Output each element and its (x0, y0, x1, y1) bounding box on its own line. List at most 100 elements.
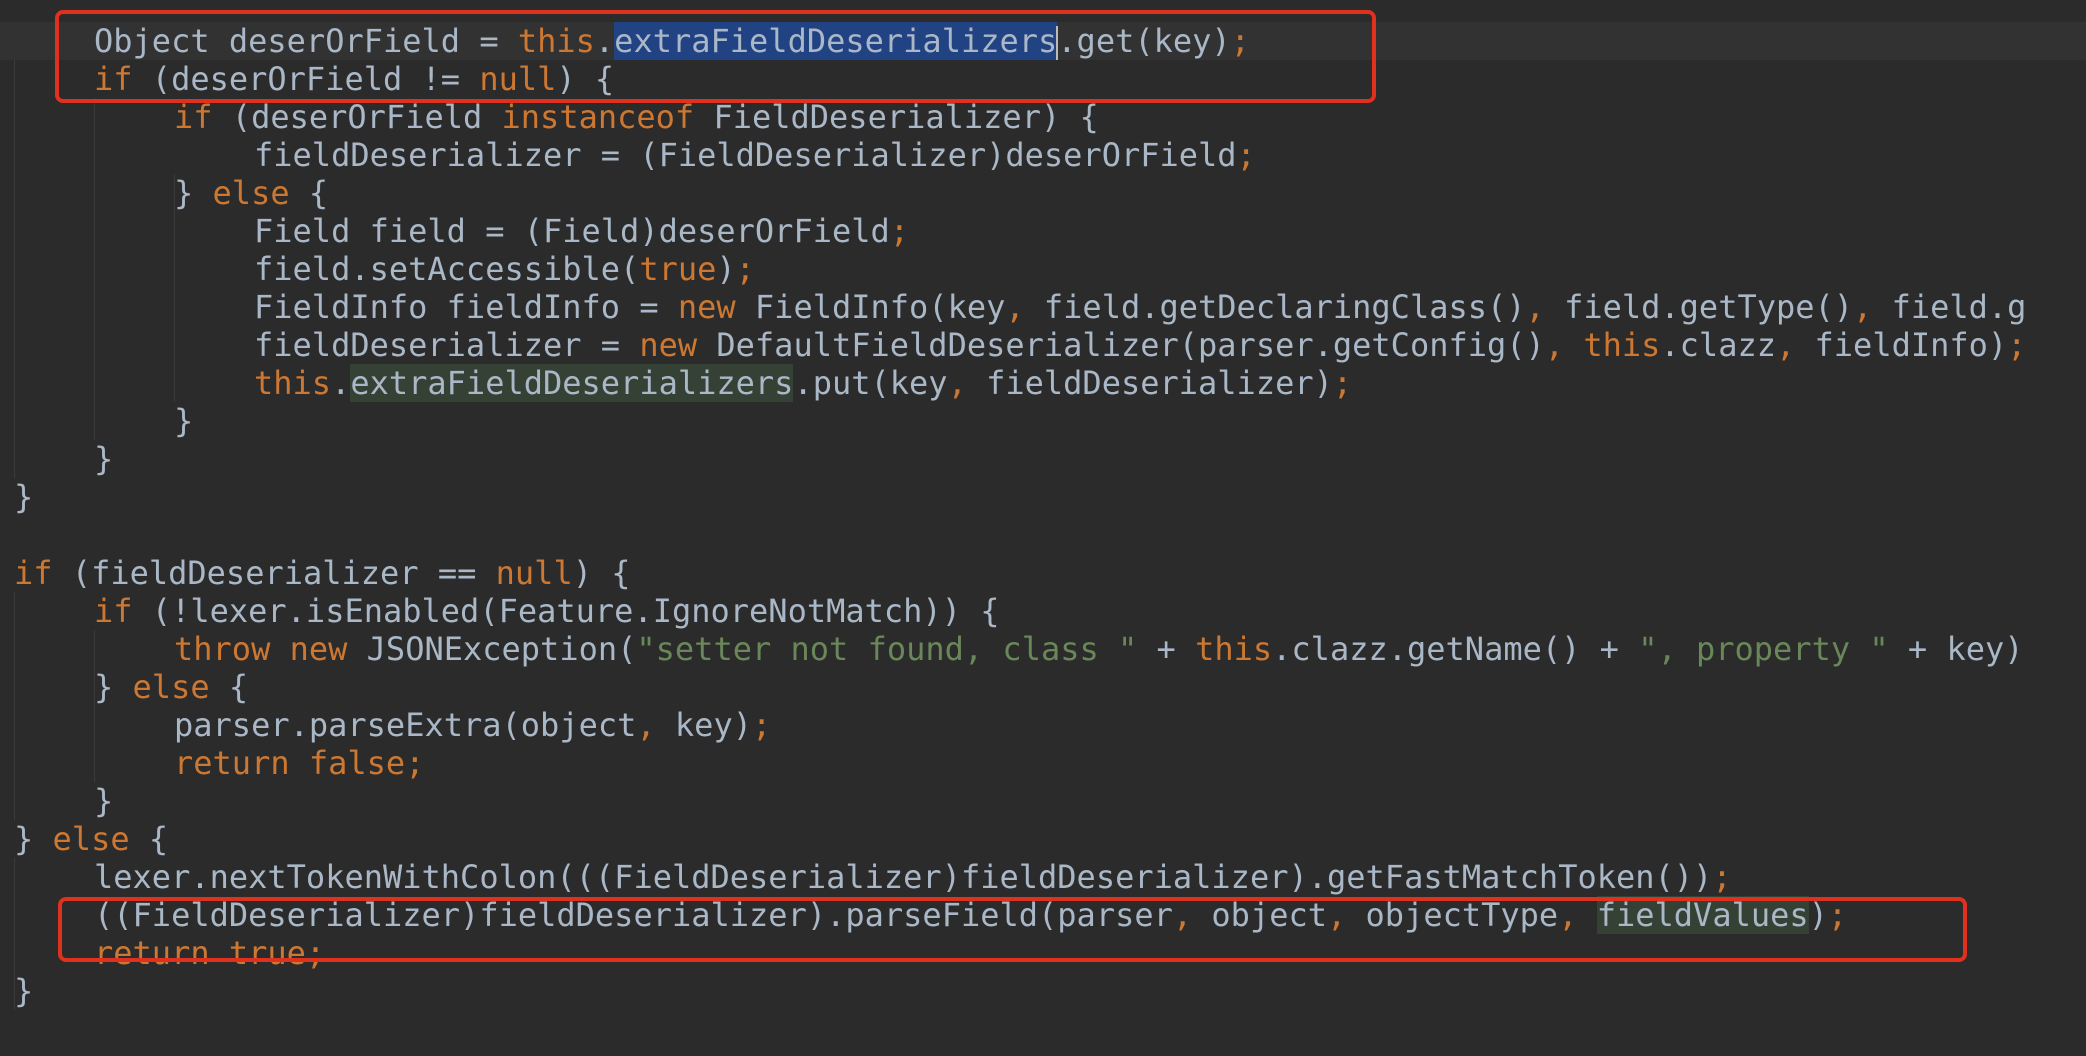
code-token: ) (716, 250, 736, 288)
code-token: , (1327, 896, 1347, 934)
code-token: this (1583, 326, 1661, 364)
code-token: parser.parseExtra(object (174, 706, 637, 744)
code-token: } (174, 174, 213, 212)
code-line[interactable]: return false; (0, 744, 2086, 782)
code-line[interactable]: parser.parseExtra(object, key); (0, 706, 2086, 744)
code-token: ; (1827, 896, 1848, 934)
code-line[interactable] (0, 516, 2086, 554)
code-token: new (289, 630, 348, 668)
code-line[interactable]: } (0, 440, 2086, 478)
code-token: , (1775, 326, 1796, 364)
code-line[interactable]: field.setAccessible(true); (0, 250, 2086, 288)
code-token: ; (751, 706, 772, 744)
code-token: } (94, 440, 114, 478)
code-line[interactable]: this.extraFieldDeserializers.put(key, fi… (0, 364, 2086, 402)
code-line[interactable]: } else { (0, 820, 2086, 858)
code-token: return true (94, 934, 306, 972)
code-token: else (52, 820, 130, 858)
code-token: { (129, 820, 169, 858)
code-line[interactable]: Object deserOrField = this.extraFieldDes… (0, 22, 2086, 60)
code-token: null (479, 60, 557, 98)
code-token: ; (889, 212, 910, 250)
code-token: } (174, 402, 194, 440)
code-token: lexer.nextTokenWithColon(((FieldDeserial… (94, 858, 1713, 896)
code-line[interactable]: ((FieldDeserializer)fieldDeserializer).p… (0, 896, 2086, 934)
code-line[interactable]: fieldDeserializer = new DefaultFieldDese… (0, 326, 2086, 364)
code-line[interactable]: fieldDeserializer = (FieldDeserializer)d… (0, 136, 2086, 174)
code-token: field.getType() (1544, 288, 1854, 326)
code-token: , (1525, 288, 1545, 326)
code-line[interactable]: if (deserOrField != null) { (0, 60, 2086, 98)
code-token: ((FieldDeserializer)fieldDeserializer).p… (94, 896, 1173, 934)
code-token: , (636, 706, 656, 744)
code-token: if (94, 60, 133, 98)
code-token: ; (1230, 22, 1250, 60)
code-token: throw (174, 630, 271, 668)
code-token: .clazz (1660, 326, 1776, 364)
code-token: ) { (556, 60, 615, 98)
code-line[interactable]: FieldInfo fieldInfo = new FieldInfo(key,… (0, 288, 2086, 326)
code-token: FieldDeserializer) { (694, 98, 1099, 136)
indent-guide (174, 174, 175, 402)
code-line[interactable]: if (!lexer.isEnabled(Feature.IgnoreNotMa… (0, 592, 2086, 630)
code-token: key) (655, 706, 752, 744)
code-token: instanceof (501, 98, 695, 136)
code-token: this (1195, 630, 1273, 668)
code-token: this (517, 22, 595, 60)
code-token: { (289, 174, 329, 212)
code-token: if (174, 98, 213, 136)
code-token: ; (1236, 136, 1256, 174)
code-token: ) (1808, 896, 1828, 934)
code-token: { (209, 668, 249, 706)
code-line[interactable]: } (0, 782, 2086, 820)
indent-guide (14, 60, 15, 478)
code-token: (deserOrField != (132, 60, 480, 98)
code-token: else (132, 668, 210, 706)
code-token: } (14, 820, 53, 858)
code-token: fieldInfo) (1795, 326, 2008, 364)
code-line[interactable]: } (0, 402, 2086, 440)
code-token: true (639, 250, 717, 288)
code-line[interactable]: } else { (0, 668, 2086, 706)
code-line[interactable]: Field field = (Field)deserOrField; (0, 212, 2086, 250)
code-token: + (1137, 630, 1196, 668)
code-token: FieldInfo fieldInfo = (254, 288, 678, 326)
code-token: .put(key (793, 364, 948, 402)
code-token: if (14, 554, 53, 592)
code-line[interactable]: } (0, 478, 2086, 516)
code-line[interactable]: if (deserOrField instanceof FieldDeseria… (0, 98, 2086, 136)
highlighted-token: extraFieldDeserializers (614, 22, 1058, 60)
code-token: else (212, 174, 290, 212)
code-line[interactable]: } (0, 972, 2086, 1010)
code-line[interactable]: lexer.nextTokenWithColon(((FieldDeserial… (0, 858, 2086, 896)
code-line[interactable]: } else { (0, 174, 2086, 212)
code-token: , (947, 364, 967, 402)
code-token: null (495, 554, 573, 592)
indent-guide (94, 98, 95, 440)
code-token: , (1853, 288, 1873, 326)
code-token: ; (2007, 326, 2027, 364)
indent-guide (14, 858, 15, 1010)
code-token: (deserOrField (212, 98, 502, 136)
code-line[interactable]: throw new JSONException("setter not foun… (0, 630, 2086, 668)
code-token: } (14, 972, 34, 1010)
indent-guide (94, 630, 95, 782)
code-token: .get(key) (1057, 22, 1231, 60)
highlighted-token: fieldValues (1596, 896, 1809, 934)
code-token: , (1558, 896, 1578, 934)
code-token: ; (1712, 858, 1732, 896)
code-line[interactable]: if (fieldDeserializer == null) { (0, 554, 2086, 592)
code-token: .clazz.getName() + (1272, 630, 1639, 668)
code-token: fieldDeserializer) (966, 364, 1333, 402)
code-line[interactable]: return true; (0, 934, 2086, 972)
code-token: ; (305, 934, 326, 972)
code-editor[interactable]: Object deserOrField = this.extraFieldDes… (0, 0, 2086, 1056)
code-token: new (639, 326, 698, 364)
code-token: FieldInfo(key (735, 288, 1006, 326)
code-token: ; (405, 744, 425, 782)
code-token: . (594, 22, 615, 60)
code-token: field.setAccessible( (254, 250, 640, 288)
